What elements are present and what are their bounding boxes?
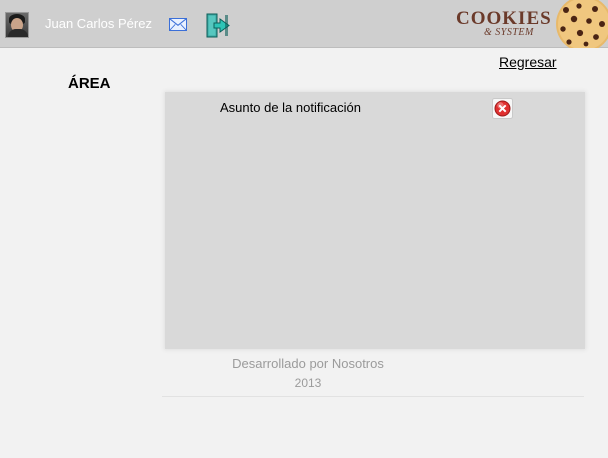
footer-year: 2013 — [294, 376, 322, 390]
cookie-icon — [556, 0, 608, 48]
footer-divider — [162, 396, 584, 397]
notification-panel — [165, 92, 585, 349]
brand-logo: COOKIES & SYSTEM — [454, 8, 551, 42]
user-name: Juan Carlos Pérez — [45, 16, 152, 31]
footer-credit: Desarrollado por Nosotros — [232, 356, 384, 371]
logout-icon[interactable] — [205, 13, 231, 38]
mail-icon[interactable] — [169, 18, 187, 31]
brand-logo-subtitle: & SYSTEM — [484, 27, 534, 38]
section-title: ÁREA — [68, 75, 111, 92]
user-avatar[interactable] — [5, 12, 29, 38]
notification-subject: Asunto de la notificación — [220, 100, 361, 115]
back-link[interactable]: Regresar — [499, 54, 557, 70]
top-header: Juan Carlos Pérez COOKIES & SYSTEM — [0, 0, 608, 48]
close-icon[interactable] — [492, 98, 513, 119]
